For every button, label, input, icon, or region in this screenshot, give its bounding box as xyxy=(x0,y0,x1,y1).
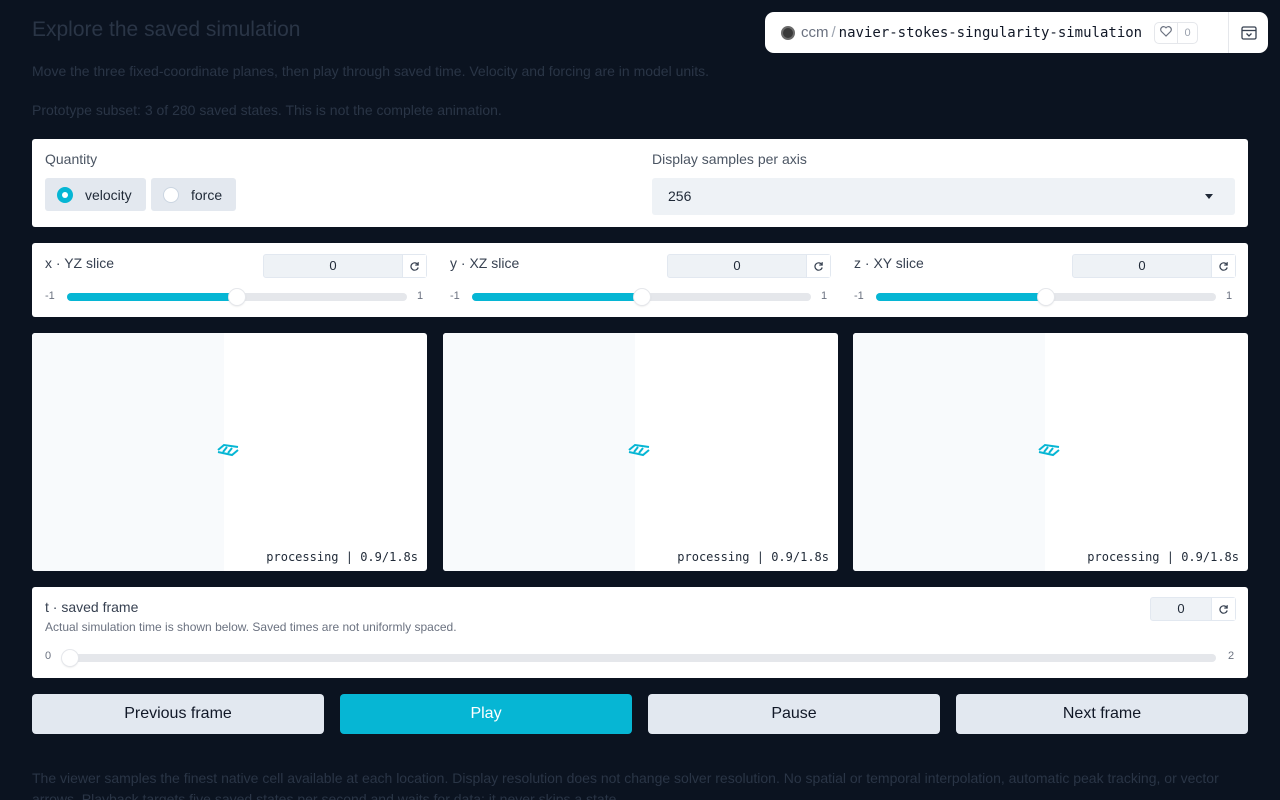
loading-placeholder xyxy=(32,333,224,571)
radio-label: force xyxy=(191,186,223,203)
slice-z-slider[interactable] xyxy=(876,289,1216,305)
previous-frame-button[interactable]: Previous frame xyxy=(32,694,324,734)
slice-value: 0 xyxy=(733,258,741,273)
time-label: t · saved frame xyxy=(45,599,139,615)
view-status: processing | 0.9/1.8s xyxy=(266,550,418,564)
slice-x-slider[interactable] xyxy=(67,289,407,305)
reset-button[interactable] xyxy=(806,255,830,277)
reset-icon xyxy=(1219,604,1228,614)
collapse-icon xyxy=(1240,25,1257,40)
slider-thumb[interactable] xyxy=(229,289,245,305)
view-status: processing | 0.9/1.8s xyxy=(677,550,829,564)
chevron-down-icon xyxy=(1205,194,1213,199)
reset-button[interactable] xyxy=(402,255,426,277)
owner-avatar xyxy=(781,25,795,40)
reset-icon xyxy=(814,261,823,271)
range-max: 1 xyxy=(417,290,424,302)
heart-icon xyxy=(1155,25,1177,40)
slider-thumb[interactable] xyxy=(633,289,650,305)
reset-button[interactable] xyxy=(1211,598,1235,620)
view-xz-plot[interactable]: processing | 0.9/1.8s xyxy=(443,333,838,571)
time-card: t · saved frame Actual simulation time i… xyxy=(32,587,1248,678)
radio-selected-icon xyxy=(57,186,73,203)
reset-icon xyxy=(1219,261,1228,271)
page-title: Explore the saved simulation xyxy=(32,18,301,41)
slider-thumb[interactable] xyxy=(62,650,78,666)
repo-name-link[interactable]: navier-stokes-singularity-simulation xyxy=(839,25,1142,41)
time-note: Actual simulation time is shown below. S… xyxy=(45,620,457,634)
quantity-label: Quantity xyxy=(45,151,98,167)
slider-fill xyxy=(67,293,237,301)
slice-z-number-input[interactable]: 0 xyxy=(1072,254,1236,278)
like-button[interactable]: 0 xyxy=(1154,21,1199,44)
slice-y: y · XZ slice 0 -1 1 xyxy=(437,243,841,317)
range-min: 0 xyxy=(45,650,52,662)
loading-spinner-icon xyxy=(628,443,650,457)
radio-unselected-icon xyxy=(163,186,179,203)
loading-placeholder xyxy=(443,333,635,571)
view-xy-plot[interactable]: processing | 0.9/1.8s xyxy=(853,333,1248,571)
path-separator: / xyxy=(831,24,836,41)
space-header-badge: ccm / navier-stokes-singularity-simulati… xyxy=(765,12,1268,53)
slice-x: x · YZ slice 0 -1 1 xyxy=(32,243,436,317)
view-status: processing | 0.9/1.8s xyxy=(1087,550,1239,564)
loading-spinner-icon xyxy=(1038,443,1060,457)
collapse-header-button[interactable] xyxy=(1228,12,1268,53)
footer-description: The viewer samples the finest native cel… xyxy=(32,770,1219,800)
intro-description: Move the three fixed-coordinate planes, … xyxy=(32,63,710,79)
samples-value: 256 xyxy=(668,188,692,204)
intro-subset-note: Prototype subset: 3 of 280 saved states.… xyxy=(32,102,502,118)
loading-spinner-icon xyxy=(217,443,239,457)
slice-y-number-input[interactable]: 0 xyxy=(667,254,831,278)
loading-placeholder xyxy=(853,333,1045,571)
next-frame-button[interactable]: Next frame xyxy=(956,694,1248,734)
slice-y-slider[interactable] xyxy=(472,289,811,305)
slice-value: 0 xyxy=(1138,258,1146,273)
slider-fill xyxy=(472,293,642,301)
reset-icon xyxy=(410,261,419,271)
view-yz-plot[interactable]: processing | 0.9/1.8s xyxy=(32,333,427,571)
owner-name-link[interactable]: ccm xyxy=(801,24,829,41)
play-button[interactable]: Play xyxy=(340,694,632,734)
slider-fill xyxy=(876,293,1046,301)
range-max: 1 xyxy=(1226,290,1233,302)
slices-card: x · YZ slice 0 -1 1 y · XZ slice 0 -1 1 … xyxy=(32,243,1248,317)
like-count: 0 xyxy=(1177,22,1197,43)
radio-label: velocity xyxy=(85,186,132,203)
radio-force[interactable]: force xyxy=(151,178,237,211)
controls-card: Quantity velocity force Display samples … xyxy=(32,139,1248,227)
range-min: -1 xyxy=(45,290,55,302)
time-value: 0 xyxy=(1177,601,1185,616)
samples-label: Display samples per axis xyxy=(652,151,807,167)
slice-value: 0 xyxy=(329,258,337,273)
reset-button[interactable] xyxy=(1211,255,1235,277)
slice-x-number-input[interactable]: 0 xyxy=(263,254,427,278)
slice-label: z · XY slice xyxy=(854,255,924,271)
range-max: 2 xyxy=(1228,650,1235,662)
range-max: 1 xyxy=(821,290,828,302)
range-min: -1 xyxy=(854,290,864,302)
radio-velocity[interactable]: velocity xyxy=(45,178,146,211)
samples-dropdown[interactable]: 256 xyxy=(652,178,1235,215)
slice-label: y · XZ slice xyxy=(450,255,520,271)
slice-z: z · XY slice 0 -1 1 xyxy=(841,243,1245,317)
slider-thumb[interactable] xyxy=(1038,289,1054,305)
time-slider[interactable] xyxy=(62,650,1216,666)
time-number-input[interactable]: 0 xyxy=(1150,597,1236,621)
pause-button[interactable]: Pause xyxy=(648,694,940,734)
slice-label: x · YZ slice xyxy=(45,255,114,271)
range-min: -1 xyxy=(450,290,460,302)
